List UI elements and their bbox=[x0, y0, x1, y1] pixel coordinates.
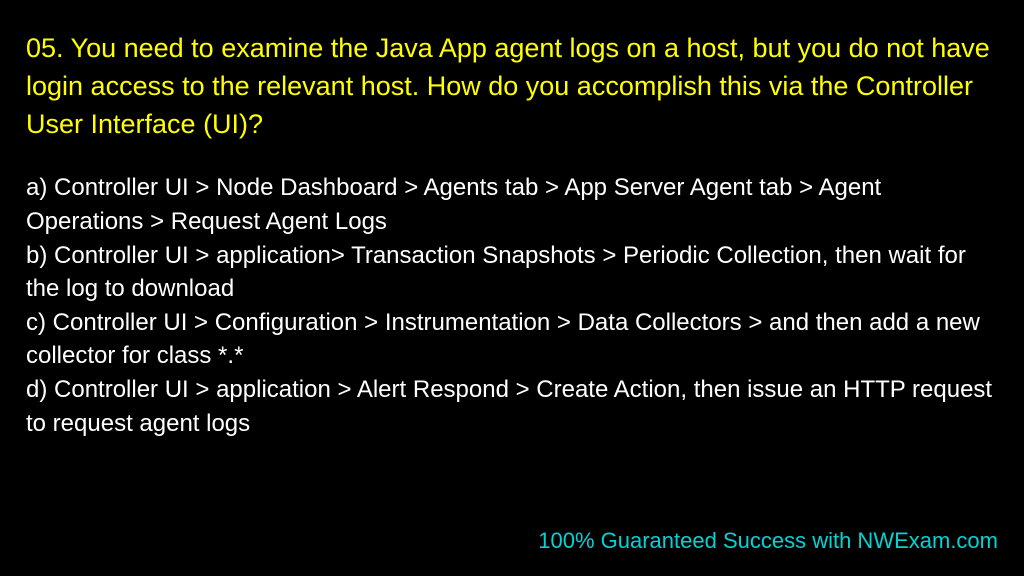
answer-d: d) Controller UI > application > Alert R… bbox=[26, 373, 998, 440]
answers-block: a) Controller UI > Node Dashboard > Agen… bbox=[26, 171, 998, 440]
answer-b: b) Controller UI > application> Transact… bbox=[26, 239, 998, 306]
question-text: 05. You need to examine the Java App age… bbox=[26, 30, 998, 143]
answer-a: a) Controller UI > Node Dashboard > Agen… bbox=[26, 171, 998, 238]
footer-text: 100% Guaranteed Success with NWExam.com bbox=[538, 528, 998, 554]
answer-c: c) Controller UI > Configuration > Instr… bbox=[26, 306, 998, 373]
